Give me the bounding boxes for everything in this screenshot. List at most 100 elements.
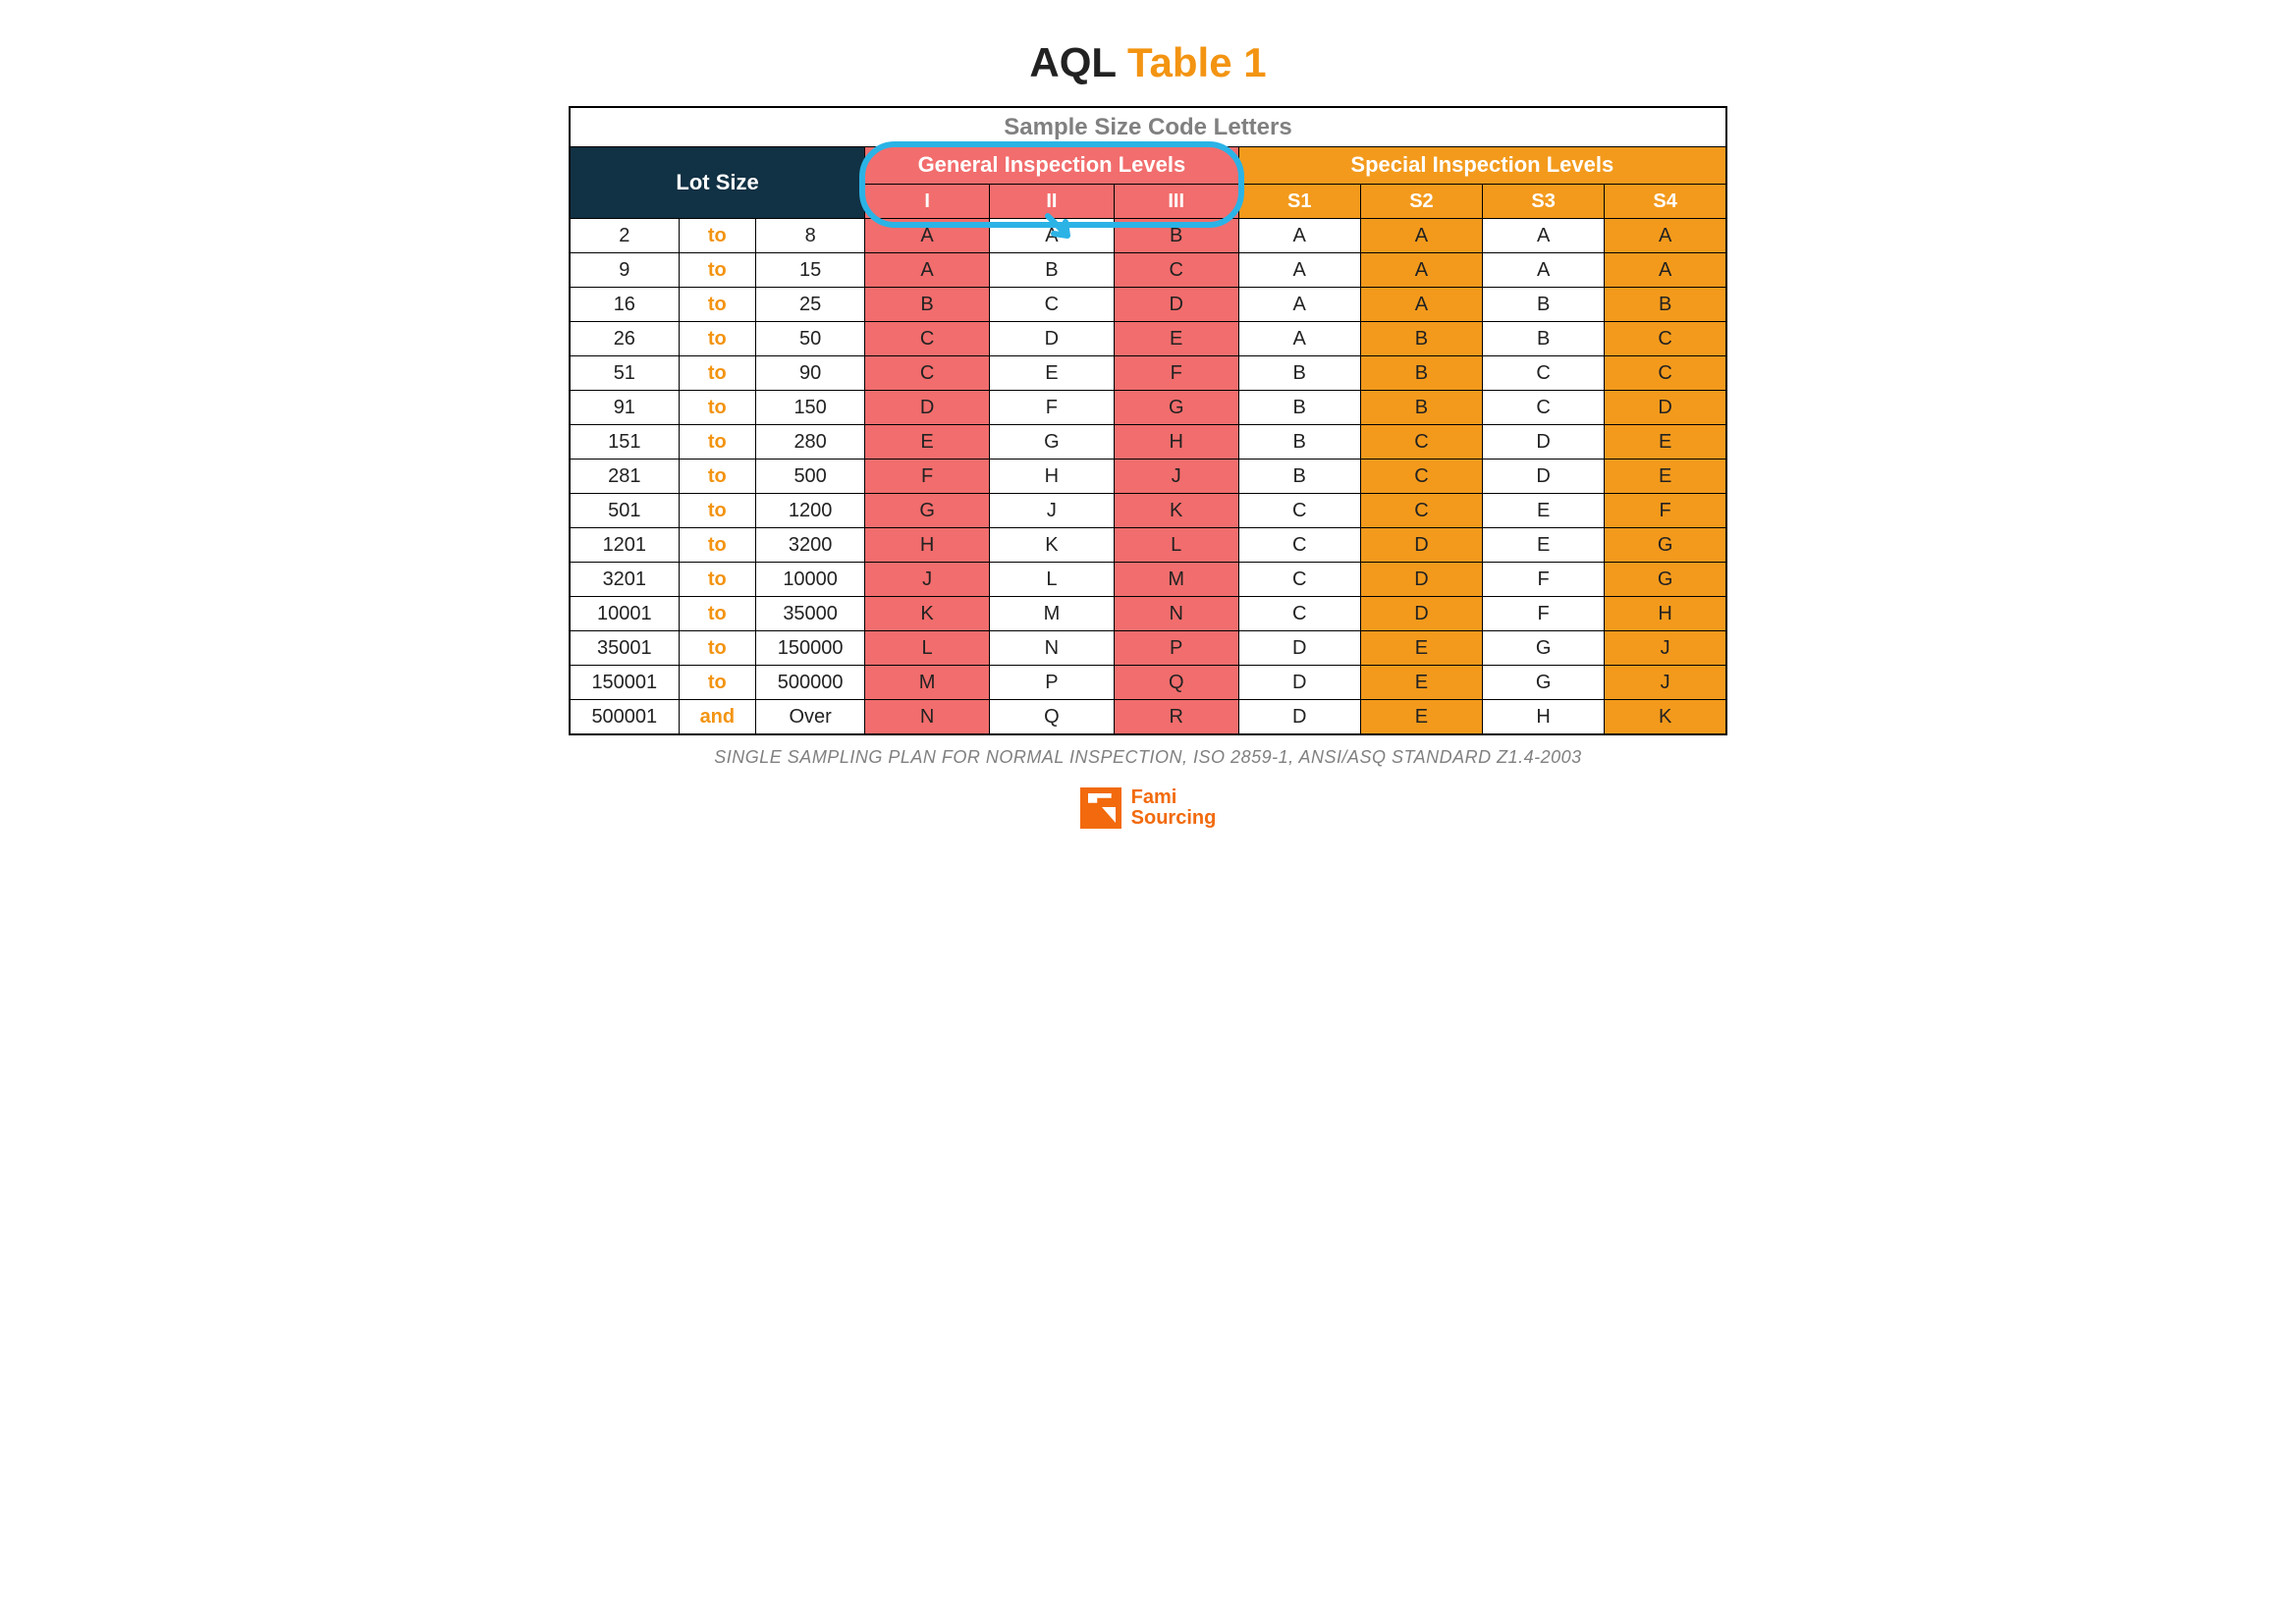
special-1-cell: A [1238, 321, 1360, 355]
special-2-cell: A [1360, 252, 1482, 287]
lot-from-cell: 281 [570, 459, 679, 493]
table-row: 91to150DFGBBCD [570, 390, 1726, 424]
table-row: 10001to35000KMNCDFH [570, 596, 1726, 630]
general-1-cell: H [865, 527, 990, 562]
general-3-cell: M [1114, 562, 1238, 596]
lot-to-cell: to [679, 287, 755, 321]
special-2-cell: B [1360, 321, 1482, 355]
col-general-3: III [1114, 184, 1238, 218]
special-2-cell: B [1360, 390, 1482, 424]
special-3-cell: F [1483, 596, 1605, 630]
special-2-cell: E [1360, 665, 1482, 699]
general-2-cell: Q [990, 699, 1115, 734]
lot-upto-cell: 500 [756, 459, 865, 493]
lot-from-cell: 9 [570, 252, 679, 287]
lot-upto-cell: Over [756, 699, 865, 734]
special-2-cell: E [1360, 699, 1482, 734]
special-1-cell: D [1238, 630, 1360, 665]
special-2-cell: D [1360, 527, 1482, 562]
general-1-cell: K [865, 596, 990, 630]
general-2-cell: G [990, 424, 1115, 459]
brand-logo: Fami Sourcing [569, 787, 1727, 829]
lot-from-cell: 151 [570, 424, 679, 459]
special-3-cell: G [1483, 665, 1605, 699]
general-2-cell: N [990, 630, 1115, 665]
lot-from-cell: 3201 [570, 562, 679, 596]
general-1-cell: C [865, 355, 990, 390]
special-4-cell: G [1605, 562, 1726, 596]
special-3-cell: A [1483, 218, 1605, 252]
general-3-cell: J [1114, 459, 1238, 493]
general-3-cell: K [1114, 493, 1238, 527]
general-1-cell: N [865, 699, 990, 734]
lot-from-cell: 1201 [570, 527, 679, 562]
special-3-cell: E [1483, 527, 1605, 562]
table-row: 35001to150000LNPDEGJ [570, 630, 1726, 665]
general-3-cell: H [1114, 424, 1238, 459]
general-2-cell: E [990, 355, 1115, 390]
lot-from-cell: 51 [570, 355, 679, 390]
lot-to-cell: to [679, 321, 755, 355]
lot-to-cell: and [679, 699, 755, 734]
general-2-cell: L [990, 562, 1115, 596]
special-2-cell: A [1360, 287, 1482, 321]
general-3-cell: D [1114, 287, 1238, 321]
special-1-cell: C [1238, 493, 1360, 527]
header-general: General Inspection Levels [865, 147, 1238, 185]
special-2-cell: B [1360, 355, 1482, 390]
special-1-cell: C [1238, 596, 1360, 630]
special-1-cell: A [1238, 252, 1360, 287]
special-4-cell: D [1605, 390, 1726, 424]
general-2-cell: A [990, 218, 1115, 252]
general-2-cell: D [990, 321, 1115, 355]
page-title: AQL Table 1 [569, 39, 1727, 86]
header-special: Special Inspection Levels [1238, 147, 1726, 185]
special-2-cell: C [1360, 493, 1482, 527]
table-row: 1201to3200HKLCDEG [570, 527, 1726, 562]
col-general-1: I [865, 184, 990, 218]
general-1-cell: E [865, 424, 990, 459]
special-3-cell: D [1483, 424, 1605, 459]
special-4-cell: C [1605, 355, 1726, 390]
special-3-cell: E [1483, 493, 1605, 527]
lot-to-cell: to [679, 252, 755, 287]
special-1-cell: C [1238, 562, 1360, 596]
general-1-cell: J [865, 562, 990, 596]
special-2-cell: C [1360, 459, 1482, 493]
lot-to-cell: to [679, 493, 755, 527]
special-4-cell: J [1605, 665, 1726, 699]
brand-line-2: Sourcing [1131, 808, 1217, 829]
special-1-cell: B [1238, 459, 1360, 493]
general-3-cell: B [1114, 218, 1238, 252]
special-1-cell: B [1238, 424, 1360, 459]
brand-logo-icon [1080, 787, 1121, 829]
general-1-cell: G [865, 493, 990, 527]
special-3-cell: G [1483, 630, 1605, 665]
general-3-cell: R [1114, 699, 1238, 734]
col-special-3: S3 [1483, 184, 1605, 218]
lot-from-cell: 16 [570, 287, 679, 321]
lot-from-cell: 501 [570, 493, 679, 527]
lot-upto-cell: 25 [756, 287, 865, 321]
general-3-cell: N [1114, 596, 1238, 630]
table-row: 281to500FHJBCDE [570, 459, 1726, 493]
general-2-cell: P [990, 665, 1115, 699]
table-row: 3201to10000JLMCDFG [570, 562, 1726, 596]
lot-upto-cell: 150000 [756, 630, 865, 665]
general-1-cell: C [865, 321, 990, 355]
special-3-cell: B [1483, 287, 1605, 321]
table-row: 150001to500000MPQDEGJ [570, 665, 1726, 699]
header-lot-size: Lot Size [570, 147, 865, 219]
special-1-cell: C [1238, 527, 1360, 562]
general-1-cell: A [865, 252, 990, 287]
general-1-cell: M [865, 665, 990, 699]
special-1-cell: D [1238, 699, 1360, 734]
title-left: AQL [1029, 39, 1116, 85]
lot-upto-cell: 1200 [756, 493, 865, 527]
special-3-cell: A [1483, 252, 1605, 287]
general-3-cell: L [1114, 527, 1238, 562]
col-special-4: S4 [1605, 184, 1726, 218]
lot-to-cell: to [679, 459, 755, 493]
aql-table: Sample Size Code Letters Lot Size Genera… [569, 106, 1727, 735]
special-4-cell: B [1605, 287, 1726, 321]
